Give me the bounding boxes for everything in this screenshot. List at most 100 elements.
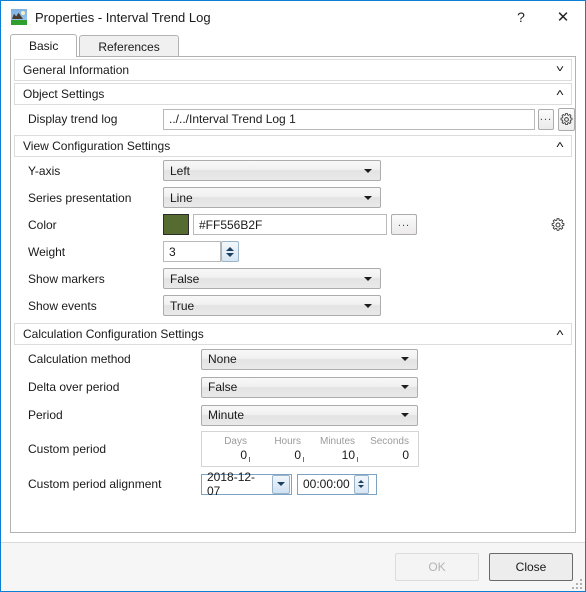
stepper-up-icon[interactable] (358, 480, 365, 483)
section-view-configuration-settings[interactable]: View Configuration Settings ˄ (14, 135, 572, 157)
chevron-down-icon (364, 195, 372, 200)
tab-references-label: References (98, 39, 160, 54)
series-presentation-dropdown[interactable]: Line (163, 187, 381, 208)
period-dropdown[interactable]: Minute (201, 404, 418, 426)
section-object-settings-title: Object Settings (23, 87, 105, 101)
tab-basic-label: Basic (29, 39, 59, 53)
row-period: Period Minute (11, 401, 575, 429)
color-label: Color (28, 217, 57, 232)
custom-period-hours-cell[interactable]: Hours 0 (256, 432, 310, 466)
display-trend-log-browse-button[interactable]: ... (538, 108, 554, 130)
row-show-markers: Show markers False (11, 265, 575, 292)
weight-value: 3 (169, 244, 176, 259)
color-value-input[interactable]: #FF556B2F (193, 214, 387, 235)
period-label: Period (28, 408, 63, 422)
section-general-information[interactable]: General Information ˅ (14, 59, 572, 81)
row-weight: Weight 3 (11, 238, 575, 265)
period-value: Minute (208, 408, 245, 422)
tab-strip: Basic References (1, 33, 585, 57)
chevron-down-icon (364, 276, 372, 281)
custom-period-seconds-value: 0 (402, 448, 409, 462)
custom-period-label: Custom period (28, 442, 107, 456)
custom-period-seconds-header: Seconds (370, 436, 409, 447)
weight-stepper[interactable] (221, 241, 239, 262)
calculation-method-dropdown[interactable]: None (201, 348, 418, 370)
title-bar: Properties - Interval Trend Log ? ✕ (1, 1, 585, 33)
cancel-close-button[interactable]: Close (489, 553, 573, 581)
basic-tab-panel: General Information ˅ Object Settings ˄ … (10, 56, 576, 533)
tab-basic[interactable]: Basic (10, 34, 78, 57)
dialog-footer: OK Close (1, 542, 585, 591)
color-swatch[interactable] (163, 214, 189, 235)
custom-period-alignment-date-picker[interactable]: 2018-12-07 (201, 470, 292, 498)
series-presentation-value: Line (170, 190, 193, 205)
custom-period-hours-value: 0 (294, 448, 304, 462)
custom-period-seconds-cell[interactable]: Seconds 0 (364, 432, 418, 466)
stepper-down-icon[interactable] (358, 485, 365, 488)
stepper-down-icon[interactable] (226, 252, 234, 257)
delta-over-period-label: Delta over period (28, 380, 120, 394)
display-trend-log-settings-button[interactable] (558, 107, 575, 131)
show-markers-label: Show markers (28, 271, 105, 286)
display-trend-log-label: Display trend log (28, 112, 118, 126)
delta-over-period-value: False (208, 380, 238, 394)
custom-period-alignment-time-input[interactable]: 00:00:00 (297, 473, 377, 495)
show-markers-dropdown[interactable]: False (163, 268, 381, 289)
resize-grip[interactable] (570, 577, 582, 589)
chevron-up-icon: ˄ (555, 88, 565, 99)
custom-period-minutes-value: 10 (341, 448, 359, 462)
row-series-presentation: Series presentation Line (11, 184, 575, 211)
row-y-axis: Y-axis Left (11, 157, 575, 184)
window-controls: ? ✕ (501, 1, 585, 33)
custom-period-alignment-label: Custom period alignment (28, 477, 162, 491)
weight-label: Weight (28, 244, 66, 259)
calculation-method-label: Calculation method (28, 352, 131, 366)
custom-period-alignment-time-value: 00:00:00 (303, 477, 350, 491)
custom-period-grid[interactable]: Days 0 Hours 0 Minutes 10 Seconds 0 (201, 431, 419, 467)
series-presentation-label: Series presentation (28, 190, 132, 205)
custom-period-days-value: 0 (240, 448, 250, 462)
chevron-down-icon (401, 357, 409, 361)
section-general-information-title: General Information (23, 63, 130, 77)
close-icon[interactable]: ✕ (541, 1, 585, 33)
section-calculation-configuration-title: Calculation Configuration Settings (23, 327, 204, 341)
delta-over-period-dropdown[interactable]: False (201, 376, 418, 398)
display-trend-log-value: ../../Interval Trend Log 1 (169, 112, 296, 126)
display-trend-log-input[interactable]: ../../Interval Trend Log 1 (163, 108, 535, 130)
row-show-events: Show events True (11, 292, 575, 319)
row-calculation-method: Calculation method None (11, 345, 575, 373)
chevron-down-icon (364, 168, 372, 173)
stepper-up-icon[interactable] (226, 246, 234, 251)
show-events-label: Show events (28, 298, 97, 313)
row-custom-period-alignment: Custom period alignment 2018-12-07 00:00… (11, 469, 575, 499)
section-calculation-configuration-settings[interactable]: Calculation Configuration Settings ˄ (14, 323, 572, 345)
color-value: #FF556B2F (199, 217, 263, 232)
date-picker-dropdown-button[interactable] (272, 474, 290, 494)
ok-button[interactable]: OK (395, 553, 479, 581)
tab-references[interactable]: References (79, 35, 179, 57)
section-view-configuration-title: View Configuration Settings (23, 139, 171, 153)
row-delta-over-period: Delta over period False (11, 373, 575, 401)
custom-period-minutes-cell[interactable]: Minutes 10 (310, 432, 364, 466)
weight-input[interactable]: 3 (163, 241, 221, 262)
y-axis-dropdown[interactable]: Left (163, 160, 381, 181)
chevron-down-icon (364, 303, 372, 308)
row-display-trend-log: Display trend log ../../Interval Trend L… (11, 105, 575, 133)
help-button[interactable]: ? (501, 1, 541, 33)
chevron-down-icon (401, 385, 409, 389)
show-events-dropdown[interactable]: True (163, 295, 381, 316)
custom-period-days-cell[interactable]: Days 0 (202, 432, 256, 466)
row-custom-period: Custom period Days 0 Hours 0 Minutes 10 … (11, 429, 575, 469)
custom-period-minutes-header: Minutes (319, 436, 355, 447)
color-settings-button[interactable] (546, 213, 569, 236)
gear-icon (551, 217, 564, 231)
y-axis-label: Y-axis (28, 163, 61, 178)
custom-period-hours-header: Hours (274, 436, 301, 447)
color-browse-button[interactable]: ... (391, 214, 417, 235)
time-stepper[interactable] (353, 474, 369, 494)
gear-icon (560, 112, 573, 125)
show-markers-value: False (170, 271, 200, 286)
trend-log-image-icon (11, 9, 27, 25)
section-object-settings[interactable]: Object Settings ˄ (14, 83, 572, 105)
chevron-down-icon: ˅ (555, 64, 565, 75)
